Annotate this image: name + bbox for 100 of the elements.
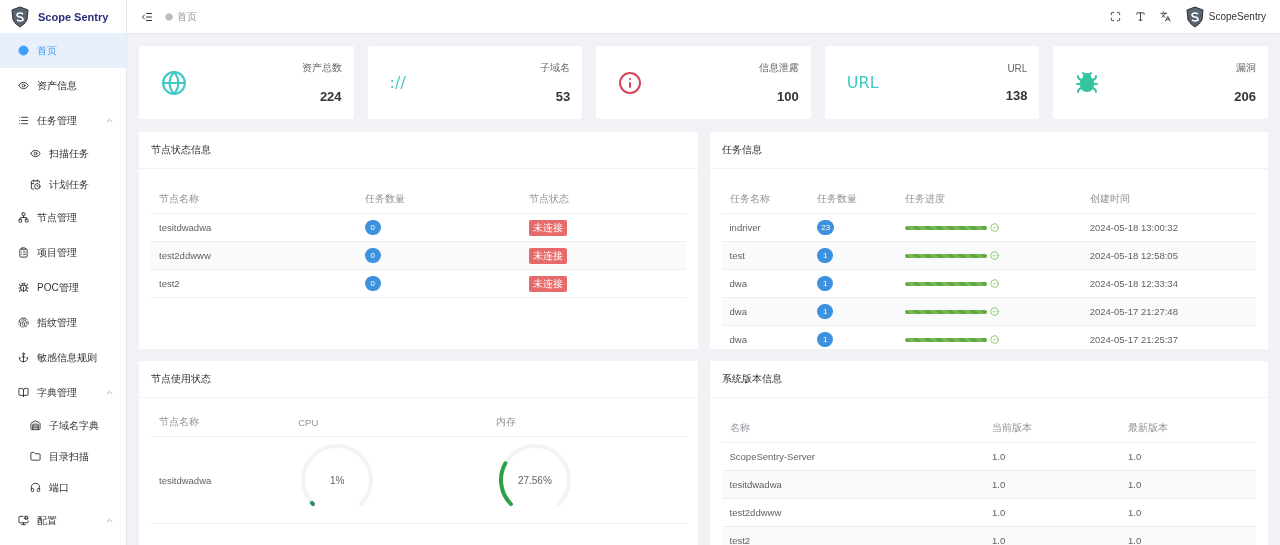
table-cell: test2ddwww: [721, 498, 984, 527]
sidebar-subitem[interactable]: 子域名字典: [0, 410, 126, 441]
stat-value: 224: [319, 89, 342, 104]
sidebar-item[interactable]: 资产信息: [0, 68, 126, 103]
column-header: 当前版本: [983, 414, 1120, 443]
table-cell: test: [721, 241, 810, 270]
column-header: 任务进度: [897, 185, 1082, 214]
sidebar-item[interactable]: 任务管理: [0, 103, 126, 138]
list-icon: [18, 115, 29, 126]
sidebar-item[interactable]: 项目管理: [0, 235, 126, 270]
column-header: 最新版本: [1119, 414, 1256, 443]
table-cell: indriver: [721, 213, 810, 242]
table-cell: 2024-05-18 13:00:32: [1081, 213, 1256, 242]
headphones-icon: [30, 482, 41, 493]
table-cell: dwa: [721, 269, 810, 298]
eye-icon: [18, 80, 29, 91]
table-cell: test2: [151, 269, 357, 298]
user-menu[interactable]: ScopeSentry: [1182, 3, 1268, 30]
sidebar-subitem[interactable]: 扫描任务: [0, 138, 126, 169]
brand-name: Scope Sentry: [38, 10, 109, 23]
column-header: 名称: [721, 414, 984, 443]
table-cell: tesitdwadwa: [151, 213, 357, 242]
table-cell: 2024-05-18 12:58:05: [1081, 241, 1256, 270]
network-icon: [18, 212, 29, 223]
status-tag: 未连接: [529, 275, 568, 292]
count-badge: 23: [817, 220, 835, 235]
stat-label: 子域名: [540, 61, 571, 75]
table-cell: dwa: [721, 297, 810, 326]
table-cell: 2024-05-18 12:33:34: [1081, 269, 1256, 298]
column-header: 创建时间: [1081, 185, 1256, 214]
table-cell: tesitdwadwa: [151, 436, 291, 524]
shield-logo-icon: [10, 5, 30, 28]
eye-icon: [30, 148, 41, 159]
sidebar-item[interactable]: 敏感信息规则: [0, 340, 126, 375]
calendar-icon: [30, 179, 41, 190]
table-cell: 1.0: [983, 470, 1120, 499]
translate-icon: [1159, 11, 1171, 22]
stat-label: 资产总数: [301, 61, 342, 75]
table-cell: ScopeSentry-Server: [721, 442, 984, 471]
anchor-icon: [18, 352, 29, 363]
panel-title: 任务信息: [709, 132, 1268, 169]
table-cell: 1.0: [1119, 442, 1256, 471]
stat-label: URL: [1007, 62, 1028, 74]
collapse-icon: [141, 10, 153, 23]
table-cell: 1.0: [983, 498, 1120, 527]
store-icon: [30, 420, 41, 431]
translate-button[interactable]: [1157, 9, 1173, 24]
status-tag: 未连接: [529, 219, 568, 236]
book-icon: [18, 387, 29, 398]
column-header: CPU: [290, 408, 488, 437]
stat-glyph: URL: [846, 73, 879, 92]
sidebar-subitem[interactable]: 计划任务: [0, 169, 126, 200]
sidebar-subitem[interactable]: 端口: [0, 472, 126, 503]
table-cell: 1.0: [1119, 470, 1256, 499]
sidebar-item[interactable]: 字典管理: [0, 375, 126, 410]
dot-icon: [165, 12, 173, 21]
panel-title: 系统版本信息: [709, 361, 1268, 398]
fullscreen-icon: [1109, 11, 1121, 22]
table-cell: 1.0: [983, 442, 1120, 471]
gauge-reading: 27.56%: [516, 474, 553, 486]
count-badge: 1: [817, 276, 834, 291]
table-cell: 1.0: [1119, 498, 1256, 527]
stat-value: 100: [777, 89, 799, 104]
panel-title: 节点使用状态: [139, 361, 698, 398]
shield-logo-icon: [1184, 5, 1205, 28]
stat-value: 206: [1234, 89, 1256, 104]
sidebar-item[interactable]: 指纹管理: [0, 305, 126, 340]
stat-value: 53: [555, 89, 571, 104]
sidebar-item[interactable]: 配置: [0, 503, 126, 538]
clipboard-icon: [18, 247, 29, 258]
column-header: 任务数量: [809, 185, 898, 214]
gauge-reading: 1%: [328, 474, 346, 486]
status-tag: 未连接: [529, 247, 568, 264]
stat-value: 138: [1005, 87, 1028, 103]
stat-glyph: ://: [389, 73, 406, 92]
sidebar-subitem[interactable]: 目录扫描: [0, 441, 126, 472]
column-header: 节点状态: [521, 185, 686, 214]
bug-icon: [18, 282, 29, 293]
text-size-icon: [1134, 11, 1146, 22]
sidebar-item[interactable]: POC管理: [0, 270, 126, 305]
count-badge: 1: [817, 332, 834, 347]
column-header: 任务数量: [356, 185, 522, 214]
monitor-icon: [18, 515, 29, 526]
sidebar-item[interactable]: 节点管理: [0, 200, 126, 235]
folder-icon: [30, 451, 41, 462]
table-cell: test2ddwww: [151, 241, 357, 270]
fingerprint-icon: [18, 317, 29, 328]
count-badge: 1: [817, 304, 834, 319]
column-header: 节点名称: [151, 185, 357, 214]
column-header: 任务名称: [721, 185, 810, 214]
count-badge: 1: [817, 248, 834, 263]
table-cell: tesitdwadwa: [721, 470, 984, 499]
panel-title: 节点状态信息: [139, 132, 698, 169]
count-badge: 0: [364, 276, 381, 291]
table-cell: 2024-05-17 21:27:48: [1081, 297, 1256, 326]
column-header: 节点名称: [151, 408, 291, 437]
stat-label: 漏洞: [1236, 61, 1256, 75]
column-header: 内存: [487, 408, 686, 437]
home-icon: [18, 45, 29, 56]
count-badge: 0: [364, 248, 381, 263]
